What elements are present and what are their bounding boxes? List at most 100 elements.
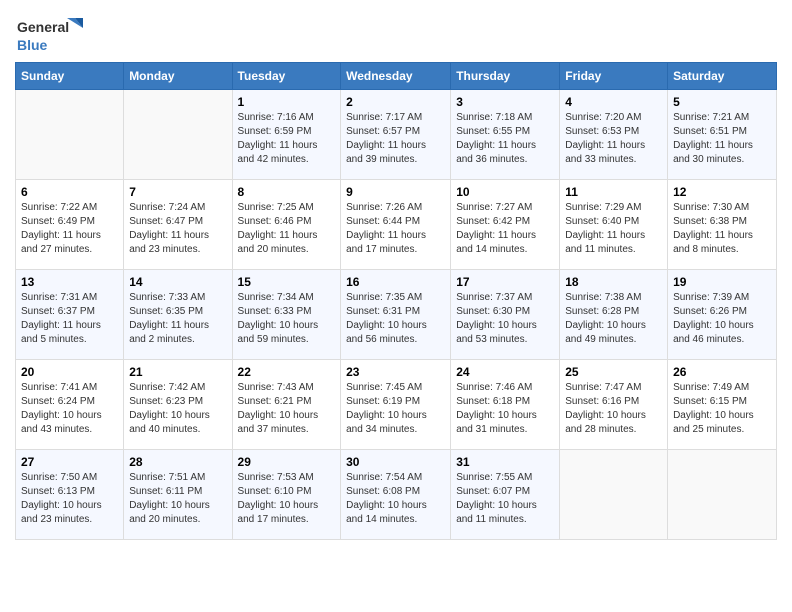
day-number: 9 [346, 185, 445, 199]
day-info: Sunrise: 7:27 AM Sunset: 6:42 PM Dayligh… [456, 201, 554, 257]
day-info: Sunrise: 7:41 AM Sunset: 6:24 PM Dayligh… [21, 381, 118, 437]
day-header-saturday: Saturday [668, 63, 777, 90]
calendar-cell: 23 Sunrise: 7:45 AM Sunset: 6:19 PM Dayli… [341, 360, 451, 450]
day-info: Sunrise: 7:21 AM Sunset: 6:51 PM Dayligh… [673, 111, 771, 167]
calendar-cell: 14Sunrise: 7:33 AM Sunset: 6:35 PM Dayli… [124, 270, 232, 360]
calendar-cell [560, 450, 668, 540]
day-number: 20 [21, 365, 118, 379]
calendar-cell: 31 Sunrise: 7:55 AM Sunset: 6:07 PM Dayli… [451, 450, 560, 540]
day-info: Sunrise: 7:20 AM Sunset: 6:53 PM Dayligh… [565, 111, 662, 167]
day-number: 21 [129, 365, 226, 379]
day-info: Sunrise: 7:25 AM Sunset: 6:46 PM Dayligh… [238, 201, 336, 257]
day-number: 30 [346, 455, 445, 469]
calendar-cell: 7Sunrise: 7:24 AM Sunset: 6:47 PM Daylig… [124, 180, 232, 270]
day-info: Sunrise: 7:29 AM Sunset: 6:40 PM Dayligh… [565, 201, 662, 257]
day-number: 2 [346, 95, 445, 109]
day-info: Sunrise: 7:45 AM Sunset: 6:19 PM Dayligh… [346, 381, 445, 437]
calendar-cell [16, 90, 124, 180]
day-number: 27 [21, 455, 118, 469]
day-info: Sunrise: 7:55 AM Sunset: 6:07 PM Dayligh… [456, 471, 554, 527]
day-number: 8 [238, 185, 336, 199]
calendar-cell: 11 Sunrise: 7:29 AM Sunset: 6:40 PM Dayli… [560, 180, 668, 270]
calendar-week-3: 13 Sunrise: 7:31 AM Sunset: 6:37 PM Dayli… [16, 270, 777, 360]
day-info: Sunrise: 7:54 AM Sunset: 6:08 PM Dayligh… [346, 471, 445, 527]
day-header-tuesday: Tuesday [232, 63, 341, 90]
day-info: Sunrise: 7:24 AM Sunset: 6:47 PM Dayligh… [129, 201, 226, 257]
calendar-cell: 19Sunrise: 7:39 AM Sunset: 6:26 PM Dayli… [668, 270, 777, 360]
days-header-row: SundayMondayTuesdayWednesdayThursdayFrid… [16, 63, 777, 90]
calendar-week-1: 1Sunrise: 7:16 AM Sunset: 6:59 PM Daylig… [16, 90, 777, 180]
calendar-cell: 30 Sunrise: 7:54 AM Sunset: 6:08 PM Dayli… [341, 450, 451, 540]
day-number: 29 [238, 455, 336, 469]
calendar-cell: 3 Sunrise: 7:18 AM Sunset: 6:55 PM Daylig… [451, 90, 560, 180]
calendar-cell: 12Sunrise: 7:30 AM Sunset: 6:38 PM Dayli… [668, 180, 777, 270]
day-info: Sunrise: 7:22 AM Sunset: 6:49 PM Dayligh… [21, 201, 118, 257]
day-info: Sunrise: 7:18 AM Sunset: 6:55 PM Dayligh… [456, 111, 554, 167]
day-header-thursday: Thursday [451, 63, 560, 90]
day-number: 13 [21, 275, 118, 289]
logo-svg: General Blue [15, 14, 85, 56]
day-number: 5 [673, 95, 771, 109]
calendar-cell: 16 Sunrise: 7:35 AM Sunset: 6:31 PM Dayli… [341, 270, 451, 360]
day-number: 31 [456, 455, 554, 469]
calendar-cell: 25 Sunrise: 7:47 AM Sunset: 6:16 PM Dayli… [560, 360, 668, 450]
day-info: Sunrise: 7:46 AM Sunset: 6:18 PM Dayligh… [456, 381, 554, 437]
day-number: 3 [456, 95, 554, 109]
calendar-cell: 10Sunrise: 7:27 AM Sunset: 6:42 PM Dayli… [451, 180, 560, 270]
day-number: 19 [673, 275, 771, 289]
calendar-cell: 22 Sunrise: 7:43 AM Sunset: 6:21 PM Dayli… [232, 360, 341, 450]
day-header-monday: Monday [124, 63, 232, 90]
calendar-cell: 17 Sunrise: 7:37 AM Sunset: 6:30 PM Dayli… [451, 270, 560, 360]
day-number: 12 [673, 185, 771, 199]
calendar-cell: 1Sunrise: 7:16 AM Sunset: 6:59 PM Daylig… [232, 90, 341, 180]
day-number: 26 [673, 365, 771, 379]
calendar-week-2: 6 Sunrise: 7:22 AM Sunset: 6:49 PM Daylig… [16, 180, 777, 270]
day-number: 11 [565, 185, 662, 199]
calendar-week-4: 20 Sunrise: 7:41 AM Sunset: 6:24 PM Dayli… [16, 360, 777, 450]
page-header: General Blue [15, 10, 777, 56]
day-header-sunday: Sunday [16, 63, 124, 90]
calendar-cell: 4Sunrise: 7:20 AM Sunset: 6:53 PM Daylig… [560, 90, 668, 180]
day-info: Sunrise: 7:38 AM Sunset: 6:28 PM Dayligh… [565, 291, 662, 347]
day-info: Sunrise: 7:51 AM Sunset: 6:11 PM Dayligh… [129, 471, 226, 527]
calendar-week-5: 27 Sunrise: 7:50 AM Sunset: 6:13 PM Dayli… [16, 450, 777, 540]
calendar-cell: 5 Sunrise: 7:21 AM Sunset: 6:51 PM Daylig… [668, 90, 777, 180]
calendar-table: SundayMondayTuesdayWednesdayThursdayFrid… [15, 62, 777, 540]
day-info: Sunrise: 7:34 AM Sunset: 6:33 PM Dayligh… [238, 291, 336, 347]
day-number: 22 [238, 365, 336, 379]
day-info: Sunrise: 7:31 AM Sunset: 6:37 PM Dayligh… [21, 291, 118, 347]
day-info: Sunrise: 7:35 AM Sunset: 6:31 PM Dayligh… [346, 291, 445, 347]
day-number: 14 [129, 275, 226, 289]
calendar-cell [668, 450, 777, 540]
calendar-cell: 24 Sunrise: 7:46 AM Sunset: 6:18 PM Dayli… [451, 360, 560, 450]
day-number: 1 [238, 95, 336, 109]
day-number: 16 [346, 275, 445, 289]
calendar-cell [124, 90, 232, 180]
calendar-cell: 8 Sunrise: 7:25 AM Sunset: 6:46 PM Daylig… [232, 180, 341, 270]
day-info: Sunrise: 7:47 AM Sunset: 6:16 PM Dayligh… [565, 381, 662, 437]
day-number: 6 [21, 185, 118, 199]
day-header-wednesday: Wednesday [341, 63, 451, 90]
logo: General Blue [15, 14, 85, 56]
day-number: 28 [129, 455, 226, 469]
day-info: Sunrise: 7:37 AM Sunset: 6:30 PM Dayligh… [456, 291, 554, 347]
day-info: Sunrise: 7:43 AM Sunset: 6:21 PM Dayligh… [238, 381, 336, 437]
day-info: Sunrise: 7:53 AM Sunset: 6:10 PM Dayligh… [238, 471, 336, 527]
calendar-cell: 15Sunrise: 7:34 AM Sunset: 6:33 PM Dayli… [232, 270, 341, 360]
day-info: Sunrise: 7:17 AM Sunset: 6:57 PM Dayligh… [346, 111, 445, 167]
day-info: Sunrise: 7:49 AM Sunset: 6:15 PM Dayligh… [673, 381, 771, 437]
day-number: 24 [456, 365, 554, 379]
day-info: Sunrise: 7:50 AM Sunset: 6:13 PM Dayligh… [21, 471, 118, 527]
calendar-cell: 28 Sunrise: 7:51 AM Sunset: 6:11 PM Dayli… [124, 450, 232, 540]
svg-text:General: General [17, 19, 69, 35]
calendar-cell: 2 Sunrise: 7:17 AM Sunset: 6:57 PM Daylig… [341, 90, 451, 180]
day-info: Sunrise: 7:42 AM Sunset: 6:23 PM Dayligh… [129, 381, 226, 437]
calendar-cell: 26 Sunrise: 7:49 AM Sunset: 6:15 PM Dayli… [668, 360, 777, 450]
day-info: Sunrise: 7:26 AM Sunset: 6:44 PM Dayligh… [346, 201, 445, 257]
calendar-cell: 9 Sunrise: 7:26 AM Sunset: 6:44 PM Daylig… [341, 180, 451, 270]
svg-text:Blue: Blue [17, 37, 48, 53]
day-number: 23 [346, 365, 445, 379]
day-number: 17 [456, 275, 554, 289]
day-number: 25 [565, 365, 662, 379]
calendar-cell: 21 Sunrise: 7:42 AM Sunset: 6:23 PM Dayli… [124, 360, 232, 450]
